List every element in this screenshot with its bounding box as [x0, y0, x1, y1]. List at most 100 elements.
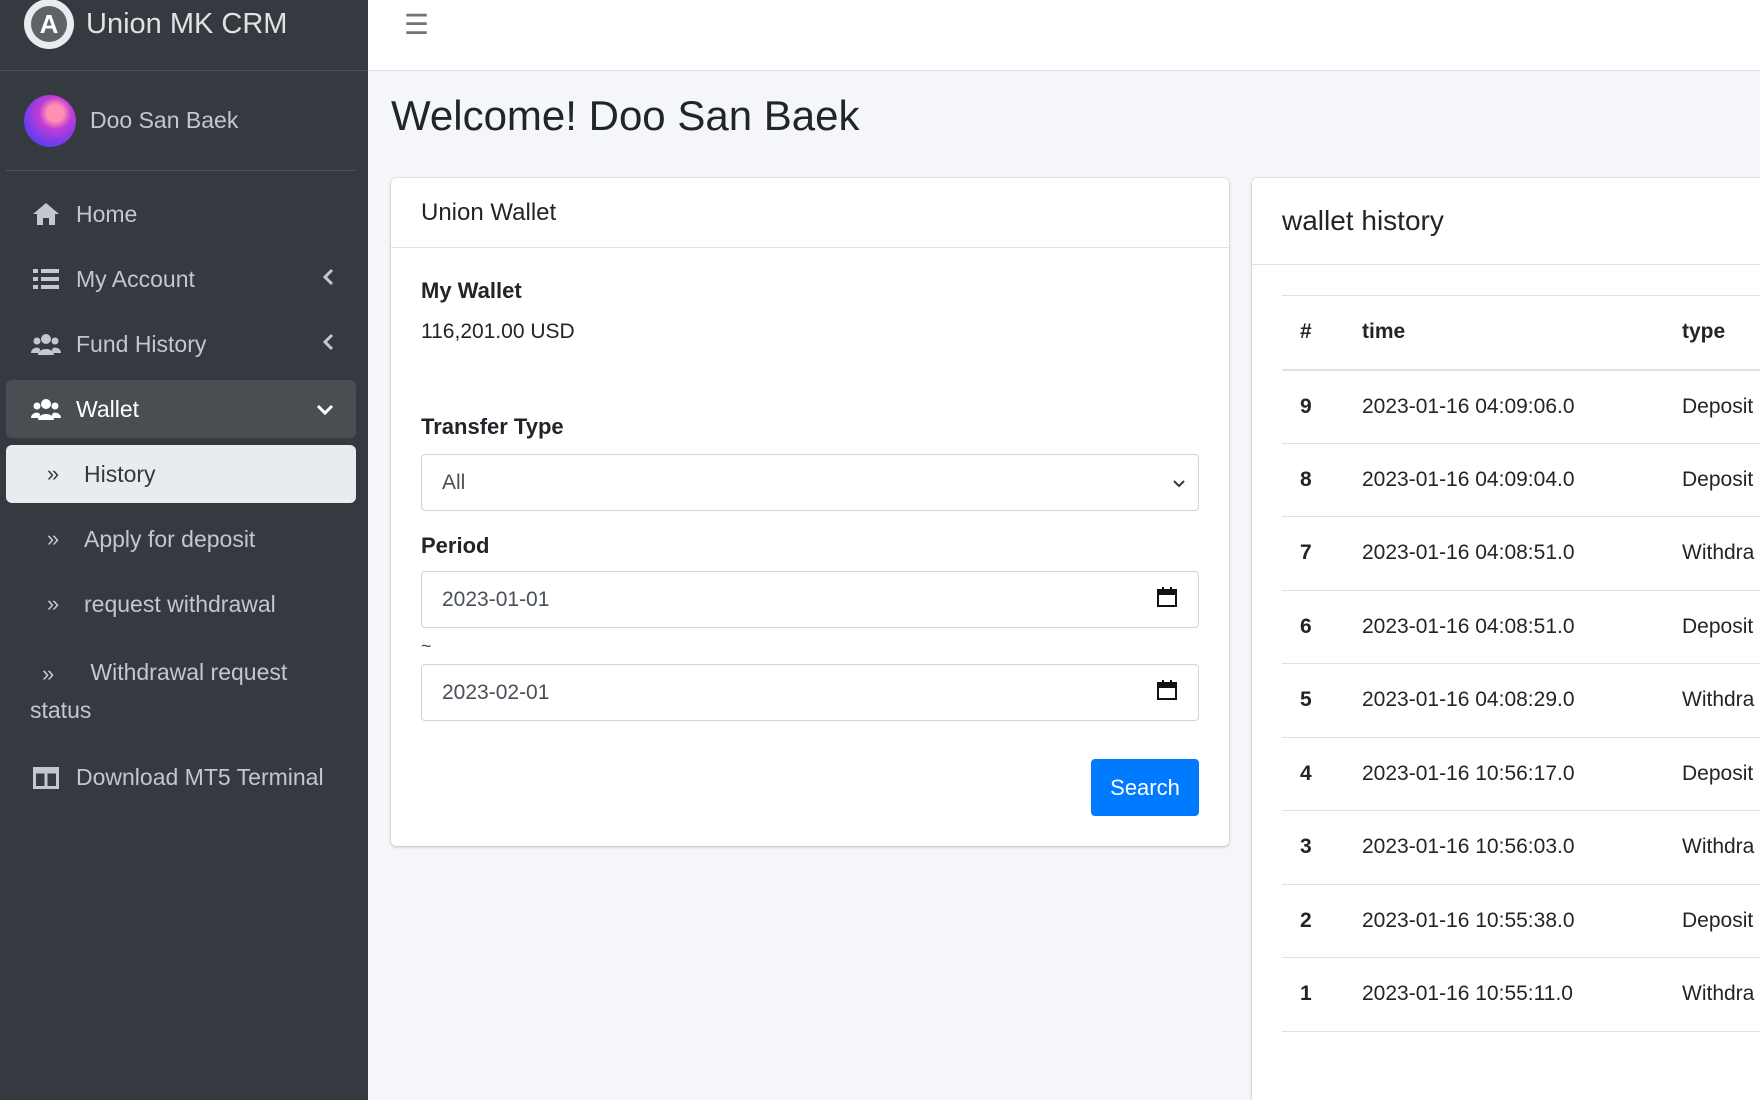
sidebar-item-history[interactable]: » History	[6, 445, 356, 503]
row-time: 2023-01-16 04:08:29.0	[1362, 688, 1575, 712]
sidebar-item-label: Apply for deposit	[84, 525, 256, 552]
wallet-history-header: wallet history	[1252, 178, 1760, 265]
sidebar-nav: Home My Account Fund History Wallet » Hi…	[0, 171, 368, 807]
table-row: 5 2023-01-16 04:08:29.0 Withdra	[1282, 664, 1760, 737]
row-idx: 8	[1300, 467, 1312, 491]
row-time: 2023-01-16 04:08:51.0	[1362, 541, 1575, 565]
chevron-down-icon	[316, 396, 334, 422]
table-row: 4 2023-01-16 10:56:17.0 Deposit	[1282, 737, 1760, 811]
brand-title: Union MK CRM	[86, 7, 288, 40]
period-start-value: 2023-01-01	[442, 587, 550, 611]
row-time: 2023-01-16 04:08:51.0	[1362, 614, 1575, 638]
sidebar-item-request-withdrawal[interactable]: » request withdrawal	[6, 575, 356, 633]
users-icon	[30, 397, 62, 421]
chevron-down-icon	[1172, 471, 1186, 495]
row-idx: 1	[1300, 982, 1312, 1006]
sidebar-item-my-account[interactable]: My Account	[6, 250, 356, 308]
row-type: Deposit	[1682, 467, 1754, 491]
wallet-card-header: Union Wallet	[391, 178, 1229, 248]
transfer-type-value: All	[442, 470, 466, 494]
row-idx: 9	[1300, 394, 1312, 418]
sidebar-item-home[interactable]: Home	[6, 185, 356, 243]
sidebar-item-apply-deposit[interactable]: » Apply for deposit	[6, 510, 356, 568]
period-label: Period	[421, 533, 490, 558]
period-end-input[interactable]: 2023-02-01	[421, 664, 1199, 721]
sidebar-item-label: Fund History	[76, 330, 207, 357]
avatar	[24, 94, 76, 147]
transfer-type-label: Transfer Type	[421, 414, 564, 439]
row-time: 2023-01-16 04:09:06.0	[1362, 394, 1575, 418]
page-title: Welcome! Doo San Baek	[391, 92, 860, 139]
sidebar-item-wallet[interactable]: Wallet	[6, 380, 356, 438]
period-end-value: 2023-02-01	[442, 680, 550, 704]
row-idx: 7	[1300, 541, 1312, 565]
row-type: Deposit	[1682, 614, 1754, 638]
sidebar-item-label: Withdrawal request status	[30, 659, 288, 723]
table-header-row: # time type	[1282, 295, 1760, 370]
sidebar-item-label: Home	[76, 200, 138, 227]
row-type: Deposit	[1682, 761, 1754, 785]
row-idx: 2	[1300, 908, 1312, 932]
my-wallet-label: My Wallet	[421, 278, 522, 303]
table-row: 8 2023-01-16 04:09:04.0 Deposit	[1282, 443, 1760, 517]
calendar-icon[interactable]	[1156, 679, 1178, 707]
period-separator: ~	[421, 636, 432, 656]
table-row: 7 2023-01-16 04:08:51.0 Withdra	[1282, 517, 1760, 590]
row-time: 2023-01-16 04:09:04.0	[1362, 467, 1575, 491]
sidebar-item-fund-history[interactable]: Fund History	[6, 315, 356, 373]
search-button[interactable]: Search	[1091, 759, 1199, 816]
sidebar: A Union MK CRM Doo San Baek Home My Acco…	[0, 0, 368, 1100]
sidebar-item-withdrawal-status[interactable]: » Withdrawal request status	[6, 640, 356, 742]
columns-icon	[30, 766, 62, 789]
user-name[interactable]: Doo San Baek	[90, 107, 238, 134]
column-header-idx: #	[1300, 320, 1312, 344]
table-row: 2 2023-01-16 10:55:38.0 Deposit	[1282, 884, 1760, 958]
row-idx: 5	[1300, 688, 1312, 712]
user-panel[interactable]: Doo San Baek	[6, 71, 356, 171]
wallet-history-table: # time type 9 2023-01-16 04:09:06.0 Deposi…	[1282, 295, 1760, 1032]
users-icon	[30, 332, 62, 356]
table-row: 9 2023-01-16 04:09:06.0 Deposit	[1282, 370, 1760, 443]
sidebar-item-label: Wallet	[76, 395, 140, 422]
row-type: Withdra	[1682, 688, 1755, 712]
row-time: 2023-01-16 10:55:11.0	[1362, 982, 1573, 1006]
chevron-left-icon	[322, 266, 334, 292]
list-icon	[30, 268, 62, 290]
wallet-card-body: My Wallet 116,201.00 USD Transfer Type A…	[391, 248, 1229, 751]
row-type: Withdra	[1682, 541, 1755, 565]
wallet-history-body: # time type 9 2023-01-16 04:09:06.0 Deposi…	[1252, 265, 1760, 1032]
row-idx: 4	[1300, 761, 1312, 785]
table-row: 1 2023-01-16 10:55:11.0 Withdra	[1282, 958, 1760, 1031]
period-start-input[interactable]: 2023-01-01	[421, 571, 1199, 628]
top-navbar: ☰	[368, 0, 1760, 71]
sidebar-item-label: History	[84, 460, 156, 487]
row-time: 2023-01-16 10:56:17.0	[1362, 761, 1575, 785]
calendar-icon[interactable]	[1156, 586, 1178, 614]
wallet-balance: 116,201.00 USD	[421, 320, 575, 343]
brand-link[interactable]: A Union MK CRM	[0, 0, 368, 71]
column-header-time: time	[1362, 320, 1406, 344]
double-chevron-right-icon: »	[46, 461, 60, 486]
brand-logo: A	[24, 0, 74, 49]
menu-toggle-icon[interactable]: ☰	[404, 8, 429, 41]
row-type: Deposit	[1682, 394, 1754, 418]
chevron-left-icon	[322, 331, 334, 357]
sidebar-item-download-mt5[interactable]: Download MT5 Terminal	[6, 749, 356, 807]
table-row: 6 2023-01-16 04:08:51.0 Deposit	[1282, 590, 1760, 664]
wallet-history-rows: 9 2023-01-16 04:09:06.0 Deposit 8 2023-01-1…	[1282, 370, 1760, 1031]
row-type: Withdra	[1682, 835, 1755, 859]
home-icon	[30, 201, 62, 227]
row-type: Withdra	[1682, 982, 1755, 1006]
double-chevron-right-icon: »	[46, 591, 60, 616]
double-chevron-right-icon: »	[46, 526, 60, 551]
wallet-card: Union Wallet My Wallet 116,201.00 USD Tr…	[391, 178, 1229, 846]
row-time: 2023-01-16 10:56:03.0	[1362, 835, 1575, 859]
sidebar-item-label: Download MT5 Terminal	[76, 764, 324, 791]
transfer-type-select[interactable]: All	[421, 454, 1199, 511]
sidebar-item-label: My Account	[76, 265, 195, 292]
row-time: 2023-01-16 10:55:38.0	[1362, 908, 1575, 932]
column-header-type: type	[1682, 320, 1726, 344]
double-chevron-right-icon: »	[42, 660, 55, 686]
wallet-history-card: wallet history # time type 9 2023-01-16 0…	[1252, 178, 1760, 1100]
row-type: Deposit	[1682, 908, 1754, 932]
